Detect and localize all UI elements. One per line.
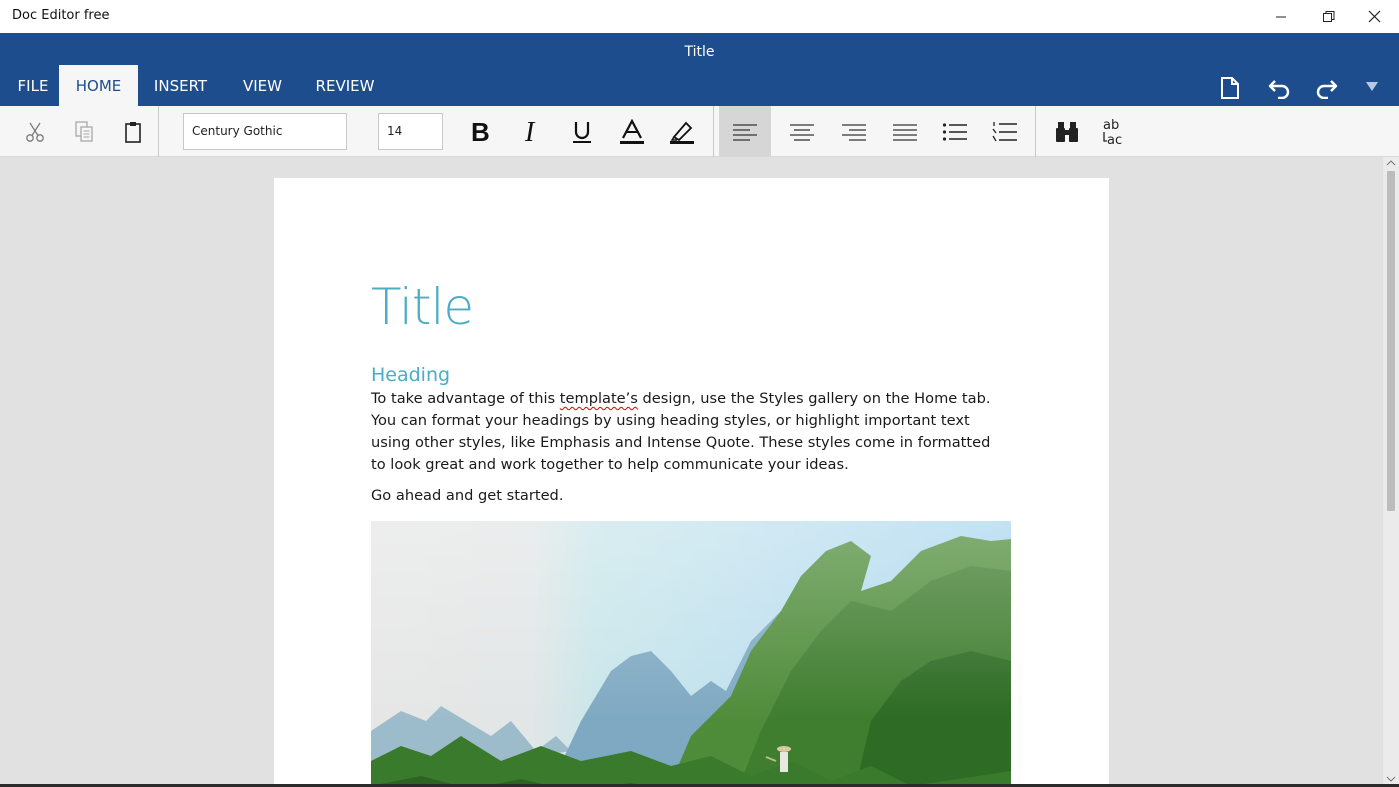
toolbar-separator xyxy=(158,106,159,157)
align-center-icon xyxy=(790,123,814,141)
close-button[interactable] xyxy=(1350,0,1399,33)
bold-icon: B xyxy=(471,120,490,144)
doc-heading-text: Heading xyxy=(371,364,451,386)
bulleted-list-icon xyxy=(942,122,967,141)
redo-button[interactable] xyxy=(1312,73,1342,103)
doc-title-text: Title xyxy=(371,278,474,336)
tab-insert[interactable]: INSERT xyxy=(146,65,215,106)
vertical-scrollbar[interactable] xyxy=(1383,157,1399,784)
align-center-button[interactable] xyxy=(786,106,818,157)
copy-button[interactable] xyxy=(70,106,98,157)
cut-button[interactable] xyxy=(20,106,50,157)
align-right-button[interactable] xyxy=(838,106,870,157)
highlighter-icon xyxy=(670,121,694,144)
svg-text:I: I xyxy=(524,120,536,144)
close-icon xyxy=(1368,10,1381,23)
align-left-icon xyxy=(733,123,757,141)
undo-icon xyxy=(1268,80,1290,99)
svg-text:B: B xyxy=(471,120,490,144)
restore-icon xyxy=(1322,10,1334,22)
bulleted-list-button[interactable] xyxy=(939,106,971,157)
tab-view[interactable]: VIEW xyxy=(236,65,289,106)
font-color-button[interactable] xyxy=(616,106,648,157)
underline-icon xyxy=(573,121,591,143)
misspelled-word[interactable]: template’s xyxy=(560,390,638,407)
paste-button[interactable] xyxy=(119,106,147,157)
svg-text:ab: ab xyxy=(1103,118,1119,133)
document-page[interactable]: Title Heading To take advantage of this … xyxy=(274,178,1109,784)
redo-icon xyxy=(1316,80,1338,99)
scroll-down-icon[interactable] xyxy=(1383,774,1399,784)
scroll-up-icon[interactable] xyxy=(1383,158,1399,168)
restore-button[interactable] xyxy=(1304,0,1353,33)
font-color-icon xyxy=(620,118,644,144)
clipboard-icon xyxy=(125,121,141,143)
minimize-button[interactable] xyxy=(1256,0,1305,33)
scrollbar-thumb[interactable] xyxy=(1387,171,1395,511)
scissors-icon xyxy=(26,122,44,142)
tab-review[interactable]: REVIEW xyxy=(310,65,380,106)
justify-icon xyxy=(893,123,917,141)
doc-paragraph-2: Go ahead and get started. xyxy=(371,487,564,504)
landscape-image xyxy=(371,521,1011,784)
align-right-icon xyxy=(842,123,866,141)
replace-icon: abac xyxy=(1103,118,1122,147)
doc-paragraph: To take advantage of this template’s des… xyxy=(371,388,1001,476)
italic-icon: I xyxy=(524,120,536,144)
new-document-icon xyxy=(1221,77,1239,99)
paragraph-text-start: To take advantage of this xyxy=(371,390,560,407)
copy-icon xyxy=(75,120,93,142)
numbered-list-icon xyxy=(992,121,1017,141)
numbered-list-button[interactable] xyxy=(989,106,1021,157)
window-title-bar: Doc Editor free xyxy=(0,0,1399,33)
app-title: Doc Editor free xyxy=(12,8,110,23)
document-canvas[interactable]: Title Heading To take advantage of this … xyxy=(0,157,1383,784)
italic-button[interactable]: I xyxy=(515,106,547,157)
font-family-field[interactable]: Century Gothic xyxy=(183,113,347,150)
align-left-button[interactable] xyxy=(719,106,771,157)
underline-button[interactable] xyxy=(566,106,598,157)
tab-file[interactable]: FILE xyxy=(10,65,56,106)
tab-home[interactable]: HOME xyxy=(59,65,138,106)
ribbon-collapse-icon xyxy=(1366,82,1378,91)
home-toolbar: Century Gothic 14 B I ab ac xyxy=(0,106,1399,157)
minimize-icon xyxy=(1275,16,1286,17)
undo-button[interactable] xyxy=(1264,73,1294,103)
new-document-button[interactable] xyxy=(1215,73,1245,103)
document-title: Title xyxy=(684,44,715,60)
replace-button[interactable]: ab ac xyxy=(1100,106,1132,157)
ribbon-collapse-button[interactable] xyxy=(1357,71,1387,101)
binoculars-icon xyxy=(1056,121,1078,142)
landscape-photo[interactable] xyxy=(371,521,1011,784)
ribbon-header: Title FILE HOME INSERT VIEW REVIEW xyxy=(0,33,1399,106)
toolbar-separator xyxy=(713,106,714,157)
justify-button[interactable] xyxy=(889,106,921,157)
highlight-button[interactable] xyxy=(666,106,698,157)
svg-text:ac: ac xyxy=(1107,133,1122,147)
find-button[interactable] xyxy=(1052,106,1082,157)
toolbar-separator xyxy=(1035,106,1036,157)
bold-button[interactable]: B xyxy=(464,106,496,157)
font-size-field[interactable]: 14 xyxy=(378,113,443,150)
